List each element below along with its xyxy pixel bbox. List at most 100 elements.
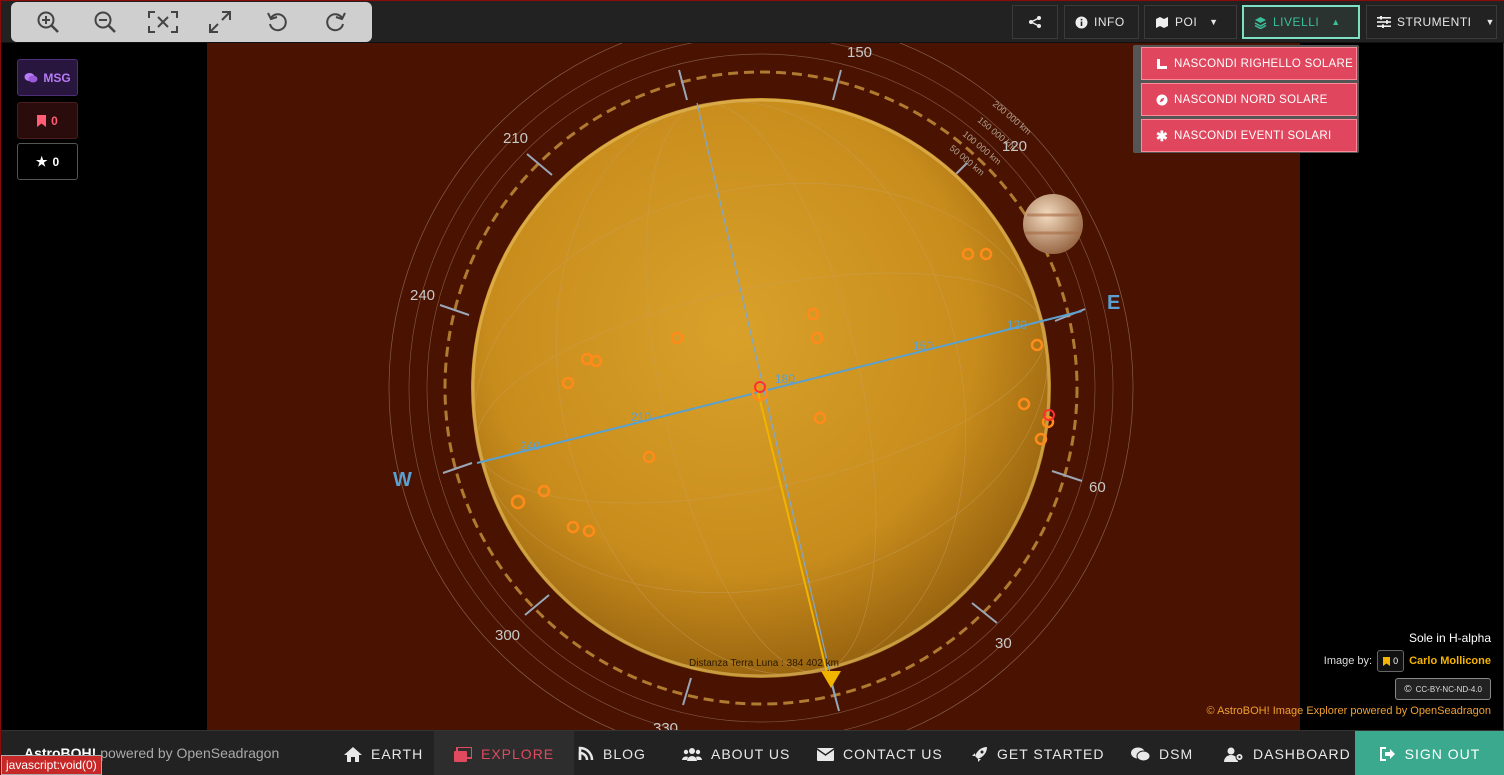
sliders-icon [1377, 16, 1391, 28]
meridian-label: 180 [775, 372, 795, 386]
bookmark-icon [1383, 656, 1391, 666]
meridian-label: 240 [520, 439, 540, 453]
bookmark-count: 0 [51, 113, 58, 128]
image-by: Image by: 0 Carlo Mollicone [1324, 649, 1491, 673]
creative-commons-icon: © [1404, 683, 1412, 695]
star-count: 0 [52, 154, 60, 169]
info-label: INFO [1094, 15, 1125, 29]
layers-icon [1254, 16, 1267, 29]
nav-dsm[interactable]: DSM [1131, 731, 1193, 775]
angle-label: 60 [1089, 479, 1106, 496]
livelli-label: LIVELLI [1273, 15, 1320, 29]
star-button[interactable]: ★ 0 [17, 143, 78, 180]
browser-status-bar: javascript:void(0) [1, 755, 102, 775]
rotate-right-icon[interactable] [317, 4, 353, 40]
nav-label: BLOG [603, 746, 646, 762]
author-link[interactable]: Carlo Mollicone [1409, 655, 1491, 667]
sign-out-button[interactable]: SIGN OUT [1355, 731, 1504, 775]
image-caption: Sole in H-alpha [1408, 631, 1491, 645]
license-badge[interactable]: © CC-BY-NC-ND-4.0 [1395, 678, 1491, 700]
share-button[interactable] [1012, 5, 1058, 39]
nav-label: DSM [1159, 746, 1194, 762]
nav-dashboard[interactable]: DASHBOARD [1224, 731, 1351, 775]
livelli-button[interactable]: LIVELLI ▲ [1242, 5, 1360, 39]
distance-label: Distanza Terra Luna : 384 402 km [689, 658, 839, 669]
nav-contact-us[interactable]: CONTACT US [817, 731, 943, 775]
nav-label: CONTACT US [843, 746, 943, 762]
info-button[interactable]: INFO [1064, 5, 1139, 39]
msg-label: MSG [43, 70, 71, 85]
meridian-label: 120 [1007, 318, 1027, 332]
images-icon [454, 746, 472, 762]
app-window: 150 120 60 30 330 300 240 210 E W 200 00… [0, 0, 1504, 775]
caret-down-icon: ▼ [1485, 17, 1495, 27]
zoom-out-icon[interactable] [87, 4, 123, 40]
hide-solar-ruler-item[interactable]: NASCONDI RIGHELLO SOLARE [1141, 47, 1357, 80]
nav-label: EARTH [371, 746, 424, 762]
map-marker-icon [1156, 16, 1168, 28]
hide-solar-north-item[interactable]: NASCONDI NORD SOLARE [1141, 83, 1357, 116]
west-label: W [393, 469, 412, 491]
msg-button[interactable]: MSG [17, 59, 78, 96]
info-icon [1075, 16, 1088, 28]
image-by-label: Image by: [1323, 655, 1373, 667]
envelope-icon [817, 747, 834, 761]
angle-label: 300 [495, 627, 520, 644]
fullscreen-icon[interactable] [202, 4, 238, 40]
caret-down-icon: ▼ [1209, 17, 1219, 27]
nav-blog[interactable]: BLOG [578, 731, 646, 775]
brand-suffix: powered by OpenSeadragon [96, 745, 280, 761]
zoom-toolbar [11, 2, 372, 42]
powered-by-link[interactable]: © AstroBOH! Image Explorer powered by Op… [1207, 705, 1491, 717]
license-label: CC-BY-NC-ND-4.0 [1415, 684, 1482, 694]
menu-item-label: NASCONDI NORD SOLARE [1174, 93, 1328, 106]
angle-label: 30 [995, 635, 1012, 652]
author-bookmark-count: 0 [1393, 656, 1399, 666]
nav-label: DASHBOARD [1253, 746, 1351, 762]
nav-explore[interactable]: EXPLORE [434, 731, 575, 775]
users-icon [682, 748, 702, 761]
zoom-in-icon[interactable] [30, 4, 66, 40]
poi-label: POI [1175, 15, 1198, 29]
strumenti-button[interactable]: STRUMENTI ▼ [1366, 5, 1497, 39]
rocket-icon [972, 746, 987, 762]
menu-item-label: NASCONDI EVENTI SOLARI [1174, 129, 1332, 142]
bookmark-button[interactable]: 0 [17, 102, 78, 139]
bottom-navbar: AstroBOH! powered by OpenSeadragon EARTH… [1, 730, 1504, 775]
users-cog-icon [1224, 747, 1244, 762]
nav-label: GET STARTED [997, 746, 1105, 762]
east-label: E [1107, 292, 1120, 314]
nav-earth[interactable]: EARTH [344, 731, 423, 775]
nav-label: EXPLORE [481, 746, 555, 762]
comments-icon [1131, 747, 1150, 761]
angle-label: 240 [410, 287, 435, 304]
strumenti-label: STRUMENTI [1397, 15, 1472, 29]
compass-icon [1156, 94, 1168, 105]
star-icon: ★ [35, 153, 48, 169]
ruler-icon [1157, 58, 1167, 69]
livelli-dropdown-menu: NASCONDI RIGHELLO SOLARE NASCONDI NORD S… [1133, 45, 1359, 153]
nav-about-us[interactable]: ABOUT US [682, 731, 790, 775]
angle-label: 150 [847, 44, 872, 61]
reset-zoom-icon[interactable] [145, 4, 181, 40]
share-icon [1029, 16, 1041, 28]
author-bookmark[interactable]: 0 [1377, 650, 1405, 672]
sign-out-icon [1379, 747, 1395, 761]
nav-label: ABOUT US [711, 746, 791, 762]
top-toolbar: INFO POI ▼ LIVELLI ▲ STRUMENTI ▼ [1, 1, 1504, 43]
rotate-left-icon[interactable] [260, 4, 296, 40]
meridian-label: 210 [631, 410, 651, 424]
home-icon [344, 746, 362, 762]
angle-label: 210 [503, 130, 528, 147]
meridian-label: 150 [913, 339, 933, 353]
comments-icon [24, 72, 38, 82]
blog-icon [578, 746, 594, 761]
asterisk-icon: ✱ [1156, 127, 1169, 144]
caret-up-icon: ▲ [1331, 17, 1341, 27]
hide-solar-events-item[interactable]: ✱ NASCONDI EVENTI SOLARI [1141, 119, 1357, 152]
angle-label: 330 [653, 720, 678, 730]
menu-item-label: NASCONDI RIGHELLO SOLARE [1174, 57, 1354, 70]
poi-button[interactable]: POI ▼ [1144, 5, 1237, 39]
nav-get-started[interactable]: GET STARTED [971, 731, 1104, 775]
bookmark-icon [37, 114, 47, 127]
